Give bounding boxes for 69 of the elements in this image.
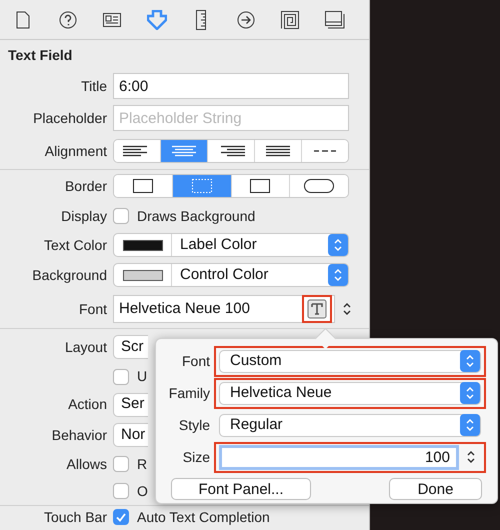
- dashes-icon: [314, 149, 336, 153]
- checkbox[interactable]: [113, 509, 129, 525]
- document-icon[interactable]: [16, 10, 30, 28]
- checkbox-label: U: [137, 367, 148, 386]
- popup-button[interactable]: Ser: [113, 392, 148, 416]
- field-label: Touch Bar: [44, 508, 107, 526]
- text-field[interactable]: Placeholder String: [113, 105, 349, 131]
- font-letter-icon: [307, 299, 327, 319]
- text-field[interactable]: 6:00: [113, 73, 349, 99]
- field-label: Text Color: [44, 236, 107, 254]
- popup-button[interactable]: Helvetica Neue: [219, 382, 481, 404]
- field-label: Font: [182, 352, 210, 370]
- popup-value: Control Color: [179, 264, 270, 285]
- field-label: Placeholder: [33, 108, 107, 128]
- popover-button[interactable]: Font Panel...: [171, 478, 311, 500]
- window-icon[interactable]: [324, 10, 345, 28]
- ruler-icon[interactable]: [196, 10, 206, 30]
- rounded-border-icon: [304, 179, 334, 193]
- popup-button[interactable]: Scr: [113, 335, 148, 359]
- stepper-arrows-icon: [460, 414, 480, 436]
- segment-button[interactable]: [289, 175, 348, 197]
- stepper-arrows-icon: [460, 350, 480, 372]
- field-label: Size: [182, 448, 210, 466]
- checkbox-label: R: [137, 454, 148, 474]
- stepper-arrows-icon: [328, 264, 348, 286]
- stepper-arrows-icon: [460, 382, 480, 404]
- field-label: Title: [81, 76, 107, 96]
- alignment-icon: [170, 145, 198, 157]
- field-label: Behavior: [52, 426, 107, 444]
- spiral-icon[interactable]: [281, 10, 300, 28]
- checkmark-icon: [116, 512, 126, 522]
- field-label: Layout: [64, 338, 107, 357]
- help-icon[interactable]: [58, 10, 77, 28]
- dotted-border-icon: [192, 179, 212, 193]
- alignment-icon: [264, 145, 292, 157]
- square-border-icon: [132, 179, 153, 193]
- checkbox[interactable]: [113, 483, 129, 499]
- popover-button[interactable]: Done: [389, 478, 482, 500]
- field-label: Allows: [66, 454, 107, 474]
- checkbox[interactable]: [113, 208, 129, 224]
- font-value: Helvetica Neue 100: [119, 298, 251, 319]
- field-label: Alignment: [44, 142, 107, 161]
- color-popup[interactable]: Control Color: [113, 263, 349, 287]
- arrow-circle-icon[interactable]: [236, 10, 255, 28]
- checkbox-label: O: [137, 482, 148, 500]
- checkbox[interactable]: [113, 456, 129, 472]
- checkbox-label: Auto Text Completion: [137, 508, 270, 527]
- field-label: Style: [178, 416, 210, 435]
- field-label: Background: [32, 266, 107, 285]
- line-border-icon: [250, 179, 270, 193]
- size-field[interactable]: 100: [219, 444, 459, 470]
- section-title: Text Field: [8, 46, 72, 64]
- card-icon[interactable]: [103, 12, 122, 26]
- field-label: Font: [78, 300, 107, 318]
- popup-button[interactable]: Regular: [219, 414, 481, 436]
- checkbox[interactable]: [113, 368, 129, 384]
- popup-button[interactable]: Nor: [113, 423, 148, 447]
- color-popup[interactable]: Label Color: [113, 233, 349, 257]
- field-label: Family: [168, 384, 210, 403]
- font-picker-button[interactable]: [302, 295, 332, 323]
- field-label: Display: [61, 206, 107, 226]
- shield-arrow-icon[interactable]: [146, 10, 167, 30]
- field-label: Border: [64, 176, 107, 196]
- stepper-arrows-icon: [328, 234, 348, 256]
- popup-button[interactable]: Custom: [219, 350, 481, 372]
- popup-value: Label Color: [179, 234, 258, 255]
- field-label: Action: [68, 395, 107, 414]
- font-field[interactable]: Helvetica Neue 100: [113, 295, 335, 323]
- checkbox-label: Draws Background: [137, 206, 256, 226]
